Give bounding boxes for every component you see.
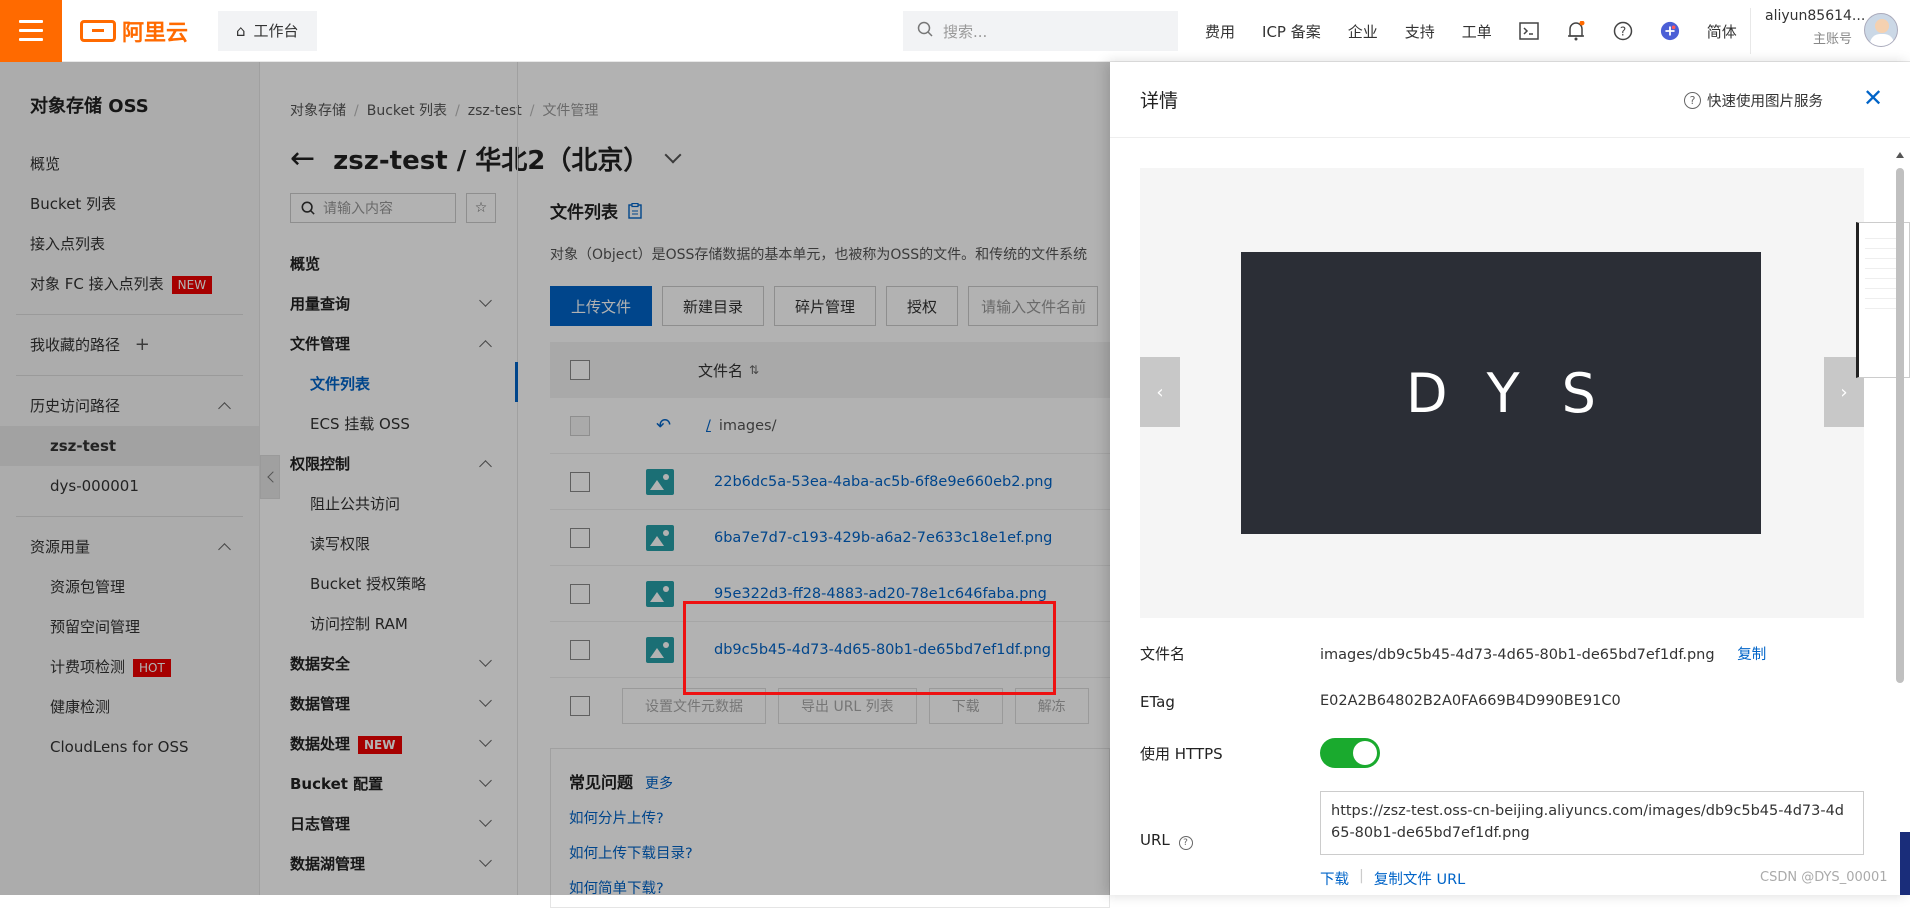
filename-value: images/db9c5b45-4d73-4d65-80b1-de65bd7ef…: [1320, 643, 1766, 664]
menu-icon[interactable]: [0, 0, 62, 62]
logo-text: 阿里云: [122, 20, 189, 46]
language-switch[interactable]: 简体: [1707, 21, 1737, 42]
image-preview: ‹ DYS ›: [1140, 168, 1864, 618]
search-placeholder: 搜索...: [943, 22, 988, 41]
quick-link-text: 快速使用图片服务: [1707, 94, 1823, 110]
copy-url-link[interactable]: 复制文件 URL: [1374, 868, 1465, 889]
nav-icp[interactable]: ICP 备案: [1262, 21, 1321, 42]
url-field[interactable]: https://zsz-test.oss-cn-beijing.aliyuncs…: [1320, 791, 1864, 855]
label-https: 使用 HTTPS: [1140, 745, 1223, 763]
workbench-button[interactable]: ⌂ 工作台: [218, 10, 317, 51]
help-icon[interactable]: ?: [1613, 21, 1633, 41]
nav-support[interactable]: 支持: [1405, 21, 1435, 42]
label-filename: 文件名: [1140, 645, 1186, 663]
prev-image-button[interactable]: ‹: [1140, 357, 1180, 427]
search-icon: [917, 21, 933, 41]
url-actions: 下载 | 复制文件 URL: [1320, 868, 1465, 889]
quick-image-service-link[interactable]: ? 快速使用图片服务: [1684, 90, 1823, 111]
help-icon: ?: [1684, 92, 1701, 109]
copy-filename-link[interactable]: 复制: [1737, 647, 1766, 663]
drawer-scrollbar[interactable]: [1895, 148, 1905, 895]
avatar[interactable]: [1864, 13, 1898, 47]
scrollbar-thumb[interactable]: [1896, 168, 1904, 683]
detail-title: 详情: [1140, 90, 1179, 112]
label-etag: ETag: [1140, 693, 1175, 711]
https-toggle[interactable]: [1320, 738, 1380, 768]
filename-text: images/db9c5b45-4d73-4d65-80b1-de65bd7ef…: [1320, 647, 1715, 663]
global-search-input[interactable]: 搜索...: [903, 11, 1178, 51]
floating-widget[interactable]: [1900, 832, 1910, 895]
etag-value: E02A2B64802B2A0FA669B4D990BE91C0: [1320, 693, 1621, 709]
label-url: URL ?: [1140, 831, 1193, 850]
nav-ticket[interactable]: 工单: [1462, 21, 1492, 42]
nav-enterprise[interactable]: 企业: [1348, 21, 1378, 42]
detail-header: 详情 ? 快速使用图片服务 ✕: [1110, 62, 1910, 138]
annotation-highlight-box: [683, 601, 1056, 695]
detail-drawer: 详情 ? 快速使用图片服务 ✕ ‹ DYS › 文件名 images/db9c5…: [1110, 62, 1910, 895]
download-link[interactable]: 下载: [1320, 868, 1349, 889]
terminal-icon[interactable]: [1519, 21, 1539, 41]
url-label-text: URL: [1140, 831, 1170, 849]
nav-billing[interactable]: 费用: [1205, 21, 1235, 42]
workbench-label: 工作台: [253, 22, 299, 40]
logo[interactable]: 阿里云: [80, 15, 188, 47]
separator: |: [1359, 868, 1364, 884]
ai-assistant-icon[interactable]: [1660, 21, 1680, 41]
scroll-up-icon[interactable]: [1896, 152, 1904, 158]
logo-mark-icon: [80, 19, 116, 42]
watermark: CSDN @DYS_00001: [1760, 870, 1888, 885]
home-icon: ⌂: [236, 21, 246, 40]
user-menu[interactable]: aliyun85614... 主账号: [1750, 8, 1910, 54]
preview-image: DYS: [1241, 252, 1761, 534]
top-nav: 费用 ICP 备案 企业 支持 工单 ? 简体: [1205, 0, 1737, 62]
close-icon[interactable]: ✕: [1863, 84, 1883, 112]
modal-mask[interactable]: [0, 62, 1110, 895]
svg-text:?: ?: [1620, 25, 1626, 39]
bell-icon[interactable]: [1566, 21, 1586, 41]
help-icon[interactable]: ?: [1178, 836, 1193, 850]
